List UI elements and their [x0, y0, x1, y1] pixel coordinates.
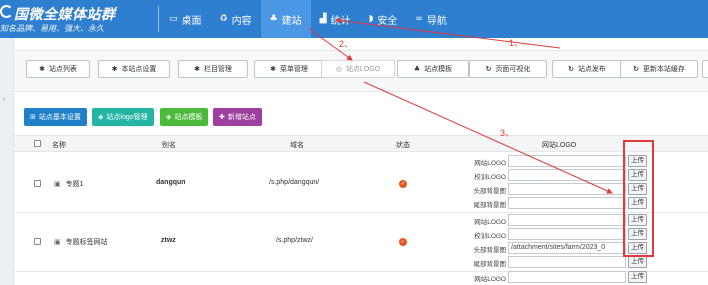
left-sidebar-strip: ‹ — [0, 38, 14, 285]
site-basic-settings-button[interactable]: ⊞ 站点基本设置 — [24, 108, 87, 126]
main-nav: ▭ 桌面 ♻ 内容 ♣ 建站 ▟ 统计 ◗ 安全 ∞ 导航 — [160, 0, 456, 38]
status-check-icon[interactable]: ✓ — [399, 180, 407, 188]
upload-label: 尾部背景图 — [473, 202, 507, 209]
status-check-icon[interactable]: ✓ — [399, 238, 407, 246]
site-domain: /s.php/dangqun/ — [269, 179, 320, 186]
collapse-handle-icon[interactable]: ‹ — [3, 96, 5, 103]
annotation-step-1: 1、 — [509, 38, 524, 48]
site-alias: ztwz — [161, 237, 176, 244]
gear-icon: ✱ — [270, 65, 276, 73]
nav-desktop[interactable]: ▭ 桌面 — [160, 0, 211, 38]
cube-icon: ◈ — [98, 113, 104, 121]
upload-input[interactable]: /attachment/sites/farm/2023_0 — [508, 242, 626, 254]
add-site-button[interactable]: ✚ 新增站点 — [213, 108, 262, 126]
upload-input[interactable] — [508, 271, 626, 283]
upload-label: 校训LOGO — [474, 174, 506, 181]
chart-icon: ▟ — [319, 14, 327, 24]
site-file-icon: ▣ — [54, 180, 61, 188]
highlight-box — [623, 140, 654, 257]
nav-security[interactable]: ◗ 安全 — [360, 0, 407, 38]
tree-icon: ♣ — [413, 65, 421, 73]
refresh-icon: ↻ — [485, 65, 492, 73]
upload-label: 网站LOGO — [474, 276, 506, 283]
shield-icon: ◗ — [368, 14, 374, 24]
site-logo-button[interactable]: ◎ 站点LOGO — [321, 60, 395, 78]
column-status: 状态 — [396, 142, 410, 149]
upload-button[interactable]: 上传 — [628, 271, 647, 283]
table-row: ▣ 专题1 dangqun /s.php/dangqun/ ✓ 网站LOGO 上传… — [14, 152, 708, 212]
column-manage-button[interactable]: ✱ 栏目管理 — [178, 60, 248, 78]
nav-statistics[interactable]: ▟ 统计 — [311, 0, 360, 38]
upload-button[interactable]: 上传 — [628, 256, 647, 268]
upload-label: 尾部背景图 — [473, 261, 507, 268]
upload-input[interactable] — [508, 214, 626, 226]
site-toolbar: ✱ 站点列表 ✱ 本站点设置 ✱ 栏目管理 ✱ 菜单管理 ◎ 站点LOGO ♣ 站点模板 ↻… — [14, 50, 708, 92]
upload-label: 网站LOGO — [474, 219, 506, 226]
column-site-logo: 网站LOGO — [542, 142, 577, 149]
nav-content[interactable]: ♻ 内容 — [211, 0, 261, 38]
site-template-button[interactable]: ♣ 站点模板 — [397, 60, 469, 78]
upload-input[interactable] — [508, 155, 626, 167]
column-alias: 别名 — [162, 142, 176, 149]
site-alias: dangqun — [156, 179, 186, 186]
site-name: ▣ 专题标签网站 — [54, 238, 108, 246]
site-settings-button[interactable]: ✱ 本站点设置 — [98, 60, 170, 78]
monitor-icon: ▭ — [169, 14, 178, 24]
sitemap-icon: ⊞ — [30, 113, 36, 121]
refresh-icon: ↻ — [568, 65, 574, 73]
row-checkbox[interactable] — [34, 180, 41, 187]
site-name: ▣ 专题1 — [54, 180, 84, 188]
tree-icon: ♣ — [269, 14, 278, 24]
upload-input[interactable] — [508, 197, 626, 209]
upload-input[interactable] — [508, 256, 626, 268]
table-header: 名称 别名 域名 状态 网站LOGO — [14, 135, 708, 152]
annotation-step-2: 2、 — [339, 39, 354, 49]
site-logo-manage-button[interactable]: ◈ 站点logo管理 — [92, 108, 154, 126]
globe-icon: ◎ — [335, 65, 342, 73]
select-all-checkbox[interactable] — [34, 140, 41, 147]
page-visual-button[interactable]: ↻ 页面可视化 — [469, 60, 547, 78]
annotation-step-3: 3、 — [500, 128, 515, 138]
column-domain: 域名 — [290, 142, 304, 149]
row-checkbox[interactable] — [34, 238, 41, 245]
upload-label: 网站LOGO — [474, 160, 506, 167]
site-domain: /s.php/ztwz/ — [276, 237, 313, 244]
logo-title: 国微全媒体站群 — [14, 6, 116, 22]
gear-icon: ✱ — [39, 65, 45, 73]
nav-build-site[interactable]: ♣ 建站 — [260, 0, 311, 38]
upload-label: 头部背景图 — [473, 247, 507, 254]
site-file-icon: ▣ — [54, 238, 61, 246]
refresh-icon: ↻ — [633, 65, 639, 73]
site-publish-button[interactable]: ↻ 站点发布 — [552, 60, 622, 78]
cube-icon: ◈ — [166, 113, 172, 121]
nav-navigation[interactable]: ∞ 导航 — [406, 0, 456, 38]
header-divider — [158, 6, 159, 32]
column-name: 名称 — [52, 142, 66, 149]
logo-mark-icon — [0, 5, 13, 18]
upload-label: 头部背景图 — [473, 188, 507, 195]
upload-input[interactable] — [508, 228, 626, 240]
top-navigation-bar: 国微全媒体站群 知名品牌、易用、强大、永久 ▭ 桌面 ♻ 内容 ♣ 建站 ▟ 统计 ◗ 安… — [0, 0, 708, 38]
upload-input[interactable] — [508, 169, 626, 181]
binoculars-icon: ∞ — [415, 14, 423, 24]
plus-icon: ✚ — [219, 113, 225, 121]
gear-icon: ✱ — [111, 65, 118, 73]
upload-label: 校训LOGO — [474, 233, 506, 240]
recycle-icon: ♻ — [219, 14, 228, 24]
site-list-button[interactable]: ✱ 站点列表 — [26, 60, 90, 78]
site-template-action-button[interactable]: ◈ 站点模板 — [160, 108, 209, 126]
update-cache-button[interactable]: ↻ 更新本站缓存 — [620, 60, 698, 78]
toolbar-overflow-button[interactable] — [702, 60, 708, 78]
logo-subtitle: 知名品牌、易用、强大、永久 — [0, 24, 104, 33]
table-row: 网站LOGO 上传 — [14, 271, 708, 285]
table-row: ▣ 专题标签网站 ztwz /s.php/ztwz/ ✓ 网站LOGO 上传 校训… — [14, 212, 708, 272]
gear-icon: ✱ — [194, 65, 200, 73]
menu-manage-button[interactable]: ✱ 菜单管理 — [254, 60, 324, 78]
upload-input[interactable] — [508, 183, 626, 195]
